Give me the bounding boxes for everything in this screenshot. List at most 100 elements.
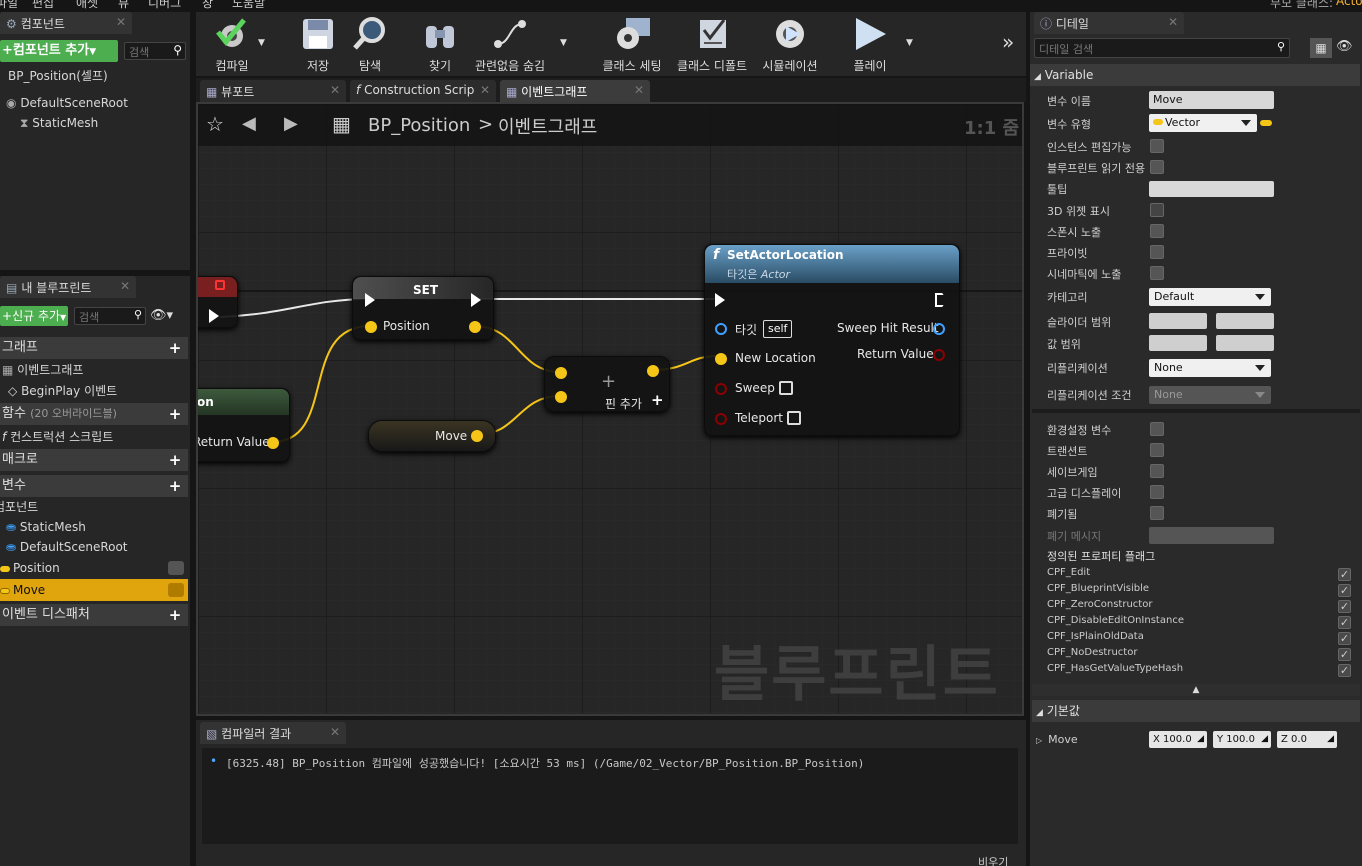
widget3d-checkbox[interactable] (1150, 203, 1164, 217)
teleport-checkbox[interactable] (787, 411, 801, 425)
property-flag-checkbox[interactable]: ✓ (1338, 648, 1351, 661)
exec-out-pin[interactable] (935, 293, 947, 307)
function-item-construction[interactable]: f 컨스트럭션 스크립트 (2, 427, 113, 447)
simulation-button[interactable]: 시뮬레이션 (762, 14, 818, 74)
teleport-pin[interactable] (715, 413, 727, 425)
menu-file[interactable]: 파일 (0, 0, 18, 10)
tab-construction-script[interactable]: f Construction Scrip ✕ (350, 80, 496, 102)
details-tab[interactable]: ⓘ 디테일 ✕ (1034, 12, 1184, 34)
play-options-chevron[interactable]: ▼ (906, 38, 913, 48)
property-flag-checkbox[interactable]: ✓ (1338, 600, 1351, 613)
slider-range-min-input[interactable] (1149, 313, 1207, 329)
property-flag-checkbox[interactable]: ✓ (1338, 664, 1351, 677)
close-icon[interactable]: ✕ (1168, 15, 1178, 29)
variable-item-static-mesh[interactable]: ⛂ StaticMesh (6, 517, 86, 537)
slider-range-max-input[interactable] (1216, 313, 1274, 329)
close-icon[interactable]: ✕ (634, 83, 644, 97)
new-location-pin[interactable] (715, 353, 727, 365)
variable-item-position[interactable]: Position (0, 558, 188, 578)
deprecation-message-input[interactable] (1149, 527, 1274, 544)
replication-condition-dropdown[interactable]: None (1149, 386, 1271, 404)
partial-event-node[interactable] (198, 276, 238, 328)
details-search-input[interactable]: 디테일 검색 ⚲ (1034, 38, 1290, 58)
sweep-checkbox[interactable] (779, 381, 793, 395)
menu-asset[interactable]: 애셋 (76, 0, 98, 10)
var-type-dropdown[interactable]: Vector (1149, 114, 1257, 132)
default-x-input[interactable]: X 100.0 ◢ (1149, 731, 1207, 748)
compiler-results-tab[interactable]: ▧ 컴파일러 결과 ✕ (200, 722, 346, 744)
exec-in-pin[interactable] (715, 293, 725, 307)
add-variable-button[interactable]: + (168, 479, 182, 494)
default-y-input[interactable]: Y 100.0 ◢ (1213, 731, 1271, 748)
graph-item-event-graph[interactable]: ▦ 이벤트그래프 (2, 360, 83, 380)
value-range-max-input[interactable] (1216, 335, 1274, 351)
add-pin-label[interactable]: 핀 추가 (605, 395, 642, 412)
deprecated-checkbox[interactable] (1150, 506, 1164, 520)
private-checkbox[interactable] (1150, 245, 1164, 259)
exec-in-pin[interactable] (365, 293, 375, 307)
toolbar-overflow-icon[interactable]: » (1002, 30, 1014, 54)
category-dropdown[interactable]: Default (1149, 288, 1271, 306)
section-macros[interactable]: 매크로 + (0, 449, 188, 471)
section-functions[interactable]: 함수 (20 오버라이드블) + (0, 403, 188, 425)
target-pin[interactable] (715, 323, 727, 335)
expose-spawn-checkbox[interactable] (1150, 224, 1164, 238)
default-z-input[interactable]: Z 0.0 ◢ (1277, 731, 1337, 748)
close-icon[interactable]: ✕ (120, 279, 130, 293)
menu-edit[interactable]: 편집 (32, 0, 54, 10)
add-function-button[interactable]: + (168, 407, 182, 422)
delegate-pin-icon[interactable] (215, 280, 225, 290)
collapse-advanced-button[interactable]: ▲ (1032, 684, 1360, 696)
menu-view[interactable]: 뷰 (118, 0, 129, 10)
move-out-pin[interactable] (471, 430, 483, 442)
partial-return-node[interactable]: on Return Value (198, 388, 290, 462)
tooltip-input[interactable] (1149, 181, 1274, 197)
close-icon[interactable]: ✕ (330, 725, 340, 739)
blueprint-search-input[interactable]: 검색 ⚲ (74, 307, 146, 325)
property-flag-checkbox[interactable]: ✓ (1338, 568, 1351, 581)
component-search-input[interactable]: 검색 ⚲ (124, 42, 186, 60)
move-get-node[interactable]: Move (368, 420, 496, 452)
position-out-pin[interactable] (469, 321, 481, 333)
property-flag-checkbox[interactable]: ✓ (1338, 632, 1351, 645)
parent-class-value[interactable]: Actor (1336, 0, 1362, 8)
close-icon[interactable]: ✕ (480, 83, 490, 97)
eye-closed-icon[interactable] (168, 583, 184, 597)
config-var-checkbox[interactable] (1150, 422, 1164, 436)
value-range-min-input[interactable] (1149, 335, 1207, 351)
sweep-hit-out-pin[interactable] (933, 323, 945, 335)
find-button[interactable]: 찾기 (418, 14, 462, 74)
var-name-input[interactable]: Move (1149, 91, 1274, 109)
savegame-checkbox[interactable] (1150, 464, 1164, 478)
transient-checkbox[interactable] (1150, 443, 1164, 457)
add-a-pin[interactable] (555, 367, 567, 379)
add-b-pin[interactable] (555, 391, 567, 403)
eye-icon[interactable]: 👁▾ (150, 308, 173, 323)
set-node[interactable]: SET Position (352, 276, 494, 340)
advanced-display-checkbox[interactable] (1150, 485, 1164, 499)
tab-event-graph[interactable]: ▦ 이벤트그래프 ✕ (500, 80, 650, 102)
add-out-pin[interactable] (647, 365, 659, 377)
position-in-pin[interactable] (365, 321, 377, 333)
replication-dropdown[interactable]: None (1149, 359, 1271, 377)
variable-item-default-root[interactable]: ⛂ DefaultSceneRoot (6, 537, 128, 557)
class-defaults-button[interactable]: 클래스 디폴트 (676, 14, 748, 74)
property-flag-checkbox[interactable]: ✓ (1338, 584, 1351, 597)
add-pin-plus-icon[interactable]: + (651, 391, 664, 409)
exec-out-pin[interactable] (209, 309, 219, 323)
hide-unrelated-button[interactable]: 관련없음 숨김 (474, 14, 546, 74)
expose-cinematics-checkbox[interactable] (1150, 266, 1164, 280)
add-new-button[interactable]: +신규 추가▼ (0, 306, 68, 326)
close-icon[interactable]: ✕ (116, 15, 126, 29)
my-blueprint-tab[interactable]: ▤ 내 블루프린트 ✕ (0, 276, 136, 298)
add-component-button[interactable]: +컴포넌트 추가▼ (0, 40, 118, 62)
section-variables[interactable]: 변수 + (0, 475, 188, 497)
bp-readonly-checkbox[interactable] (1150, 160, 1164, 174)
graph-canvas[interactable]: ☆ ◀ ▶ ▦ BP_Position > 이벤트그래프 1:1 줌 on Re… (196, 102, 1024, 716)
variable-category-components[interactable]: 컴포넌트 (0, 497, 38, 517)
container-type-icon[interactable] (1260, 120, 1272, 126)
variable-section-header[interactable]: ◢ Variable (1030, 64, 1360, 86)
section-event-dispatchers[interactable]: 이벤트 디스패처 + (0, 604, 188, 626)
property-flag-checkbox[interactable]: ✓ (1338, 616, 1351, 629)
clear-button[interactable]: 비우기 (978, 854, 1008, 866)
